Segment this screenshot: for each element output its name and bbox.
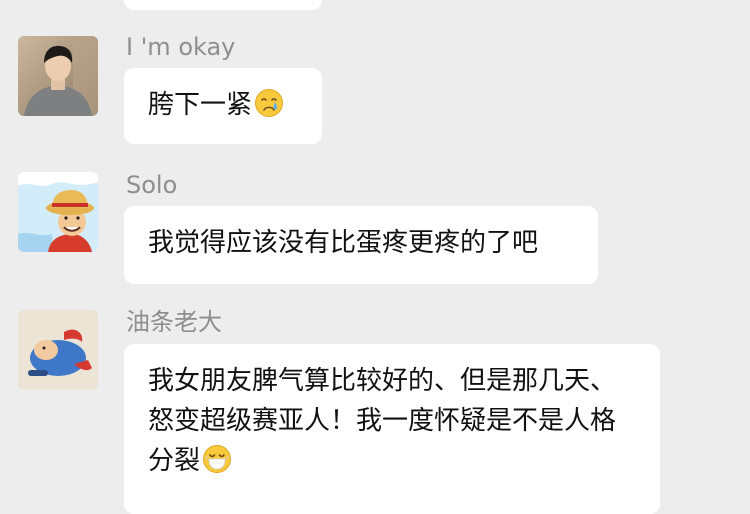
sender-name: 油条老大 xyxy=(126,308,222,336)
avatar[interactable] xyxy=(18,172,98,252)
message-bubble[interactable]: 我女朋友脾气算比较好的、但是那几天、怒变超级赛亚人！我一度怀疑是不是人格分裂 xyxy=(124,344,660,514)
crying-face-icon xyxy=(254,88,284,118)
message-bubble[interactable]: 我觉得应该没有比蛋疼更疼的了吧 xyxy=(124,206,598,284)
message-bubble[interactable]: 胯下一紧 xyxy=(124,68,322,144)
avatar[interactable] xyxy=(18,36,98,116)
avatar[interactable] xyxy=(18,310,98,390)
cartoon-figure-avatar-icon xyxy=(18,310,98,390)
sender-name: Solo xyxy=(126,171,178,199)
mask-face-icon xyxy=(202,444,232,474)
cartoon-avatar-icon xyxy=(18,172,98,252)
man-avatar-icon xyxy=(18,36,98,116)
message-text: 我觉得应该没有比蛋疼更疼的了吧 xyxy=(148,228,539,258)
chat-message-list: I 'm okay 胯下一紧 Solo 我觉得应该没有比蛋疼更疼的了吧 油条老大… xyxy=(0,0,750,514)
previous-message-bubble xyxy=(124,0,322,10)
message-text: 胯下一紧 xyxy=(148,90,253,120)
sender-name: I 'm okay xyxy=(126,33,236,61)
